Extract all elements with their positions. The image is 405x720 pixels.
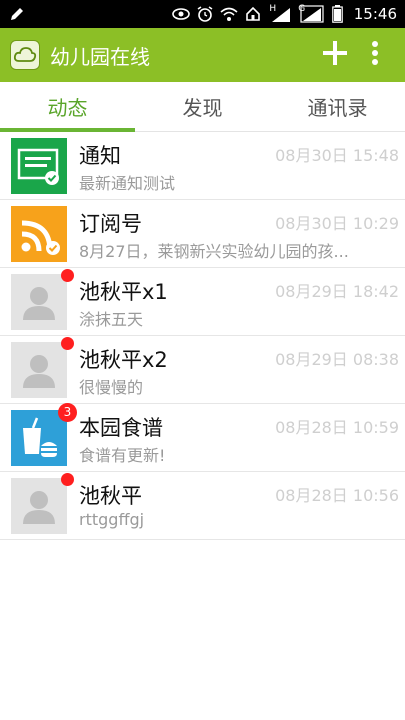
list-item-title: 池秋平 [79,484,142,508]
list-item-time: 08月28日 10:56 [275,486,399,505]
person-icon [11,273,67,330]
plus-icon [322,40,348,70]
list-item-preview: 很慢慢的 [79,378,144,397]
app-bar: 幼儿园在线 [0,28,405,82]
signal-h-icon: H [268,4,292,23]
status-bar: H G 15:46 [0,0,405,28]
list-item-preview: 最新通知测试 [79,174,176,193]
signal-g-icon: G [298,4,326,23]
message-list: 通知 08月30日 15:48 最新通知测试 订阅号 08月30日 10:29 … [0,132,405,540]
wifi-icon [220,5,238,23]
list-item-title: 通知 [79,144,121,168]
list-item-preview: 涂抹五天 [79,310,144,329]
battery-icon [332,5,344,23]
add-button[interactable] [315,35,355,75]
list-item-title: 池秋平x1 [79,280,168,304]
list-item[interactable]: 池秋平 08月28日 10:56 rttggffgj [0,472,405,540]
pencil-icon [8,5,26,23]
avatar [11,336,74,398]
status-right: H G 15:46 [171,4,397,23]
list-item[interactable]: 池秋平x1 08月29日 18:42 涂抹五天 [0,268,405,336]
list-item-time: 08月30日 15:48 [275,146,399,165]
list-item-preview: rttggffgj [79,510,145,529]
list-item-body: 池秋平x2 08月29日 08:38 很慢慢的 [79,342,399,397]
rss-icon [11,205,67,262]
avatar [11,472,74,534]
list-item-title: 池秋平x2 [79,348,168,372]
unread-dot [61,336,74,350]
eye-icon [171,5,190,23]
list-item-time: 08月30日 10:29 [275,214,399,233]
list-item-body: 订阅号 08月30日 10:29 8月27日，莱钢新兴实验幼儿园的孩... [79,206,399,261]
app-title: 幼儿园在线 [50,44,150,69]
more-vertical-icon [371,40,379,70]
avatar [11,137,67,194]
list-item-time: 08月29日 08:38 [275,350,399,369]
list-item-preview: 8月27日，莱钢新兴实验幼儿园的孩... [79,242,349,261]
avatar: 3 [11,402,77,466]
person-icon [11,341,67,398]
home-icon [244,5,262,23]
list-item-body: 通知 08月30日 15:48 最新通知测试 [79,138,399,193]
tab-discover[interactable]: 发现 [135,82,270,131]
tab-label: 发现 [182,96,223,120]
more-menu-button[interactable] [355,35,395,75]
tab-label: 通讯录 [307,96,368,120]
tab-bar: 动态 发现 通讯录 [0,82,405,132]
status-time: 15:46 [353,5,397,23]
tab-updates[interactable]: 动态 [0,82,135,132]
h-label: H [269,4,277,14]
list-item-time: 08月29日 18:42 [275,282,399,301]
list-item-time: 08月28日 10:59 [275,418,399,437]
status-left [8,5,26,23]
list-item[interactable]: 3 本园食谱 08月28日 10:59 食谱有更新! [0,402,405,472]
list-item[interactable]: 通知 08月30日 15:48 最新通知测试 [0,132,405,200]
tab-label: 动态 [47,96,88,120]
unread-dot [61,268,74,282]
cloud-icon [10,40,40,70]
list-item-preview: 食谱有更新! [79,446,166,465]
person-icon [11,477,67,534]
list-item-title: 订阅号 [79,212,142,236]
list-item-body: 池秋平 08月28日 10:56 rttggffgj [79,478,399,533]
tab-contacts[interactable]: 通讯录 [270,82,405,131]
unread-count-badge: 3 [58,402,77,422]
list-item-title: 本园食谱 [79,416,163,440]
g-label: G [298,4,306,14]
notice-icon [11,137,67,194]
list-item-body: 池秋平x1 08月29日 18:42 涂抹五天 [79,274,399,329]
alarm-icon [196,5,214,23]
list-item-body: 本园食谱 08月28日 10:59 食谱有更新! [79,410,399,465]
avatar [11,205,67,262]
food-icon [11,409,67,466]
avatar [11,268,74,330]
unread-dot [61,472,74,486]
list-item[interactable]: 订阅号 08月30日 10:29 8月27日，莱钢新兴实验幼儿园的孩... [0,200,405,268]
list-item[interactable]: 池秋平x2 08月29日 08:38 很慢慢的 [0,336,405,404]
